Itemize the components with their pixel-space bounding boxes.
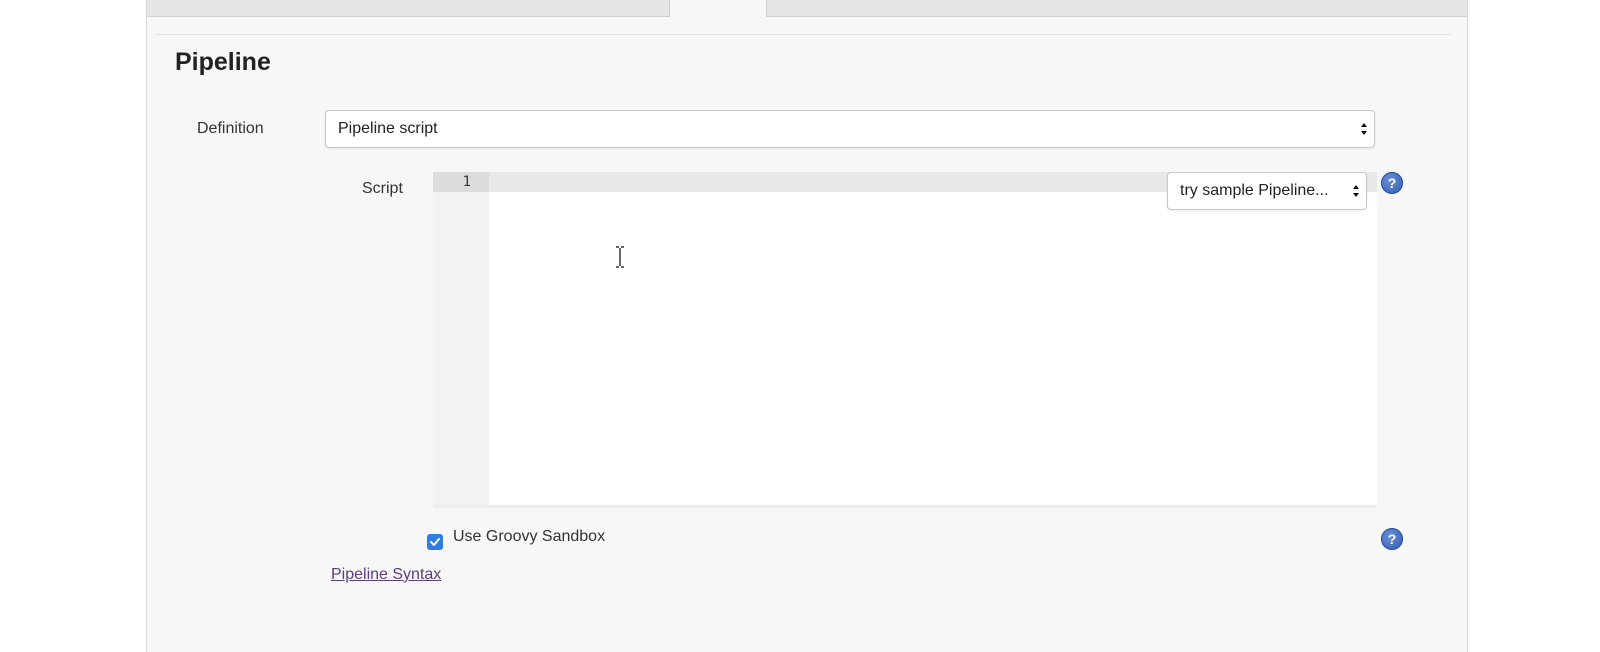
select-arrows-icon xyxy=(1360,121,1368,137)
config-tab-bar xyxy=(147,0,1467,17)
definition-select-value: Pipeline script xyxy=(338,120,438,137)
tab-advanced-project-options[interactable] xyxy=(417,0,667,16)
try-sample-pipeline-value: try sample Pipeline... xyxy=(1180,182,1329,199)
script-editor[interactable]: 1 xyxy=(433,172,1377,508)
use-groovy-sandbox-checkbox[interactable] xyxy=(427,534,443,550)
try-sample-pipeline-select[interactable]: try sample Pipeline... xyxy=(1167,172,1367,210)
tab-general[interactable] xyxy=(167,0,277,16)
select-arrows-icon xyxy=(1352,183,1360,199)
script-label: Script xyxy=(362,180,403,197)
pipeline-config-panel: Pipeline Definition Pipeline script Scri… xyxy=(146,0,1468,652)
text-cursor-icon xyxy=(615,246,625,268)
definition-select[interactable]: Pipeline script xyxy=(325,110,1375,148)
sandbox-help-icon[interactable]: ? xyxy=(1381,528,1403,550)
line-number: 1 xyxy=(462,174,471,190)
editor-text-area[interactable] xyxy=(489,192,1377,505)
tab-pipeline[interactable] xyxy=(669,0,767,17)
editor-gutter xyxy=(433,172,489,505)
tab-build-triggers[interactable] xyxy=(282,0,412,16)
section-divider xyxy=(155,34,1451,35)
page-title: Pipeline xyxy=(175,48,271,76)
script-help-icon[interactable]: ? xyxy=(1381,172,1403,194)
definition-label: Definition xyxy=(197,120,264,137)
pipeline-syntax-link[interactable]: Pipeline Syntax xyxy=(331,566,441,584)
use-groovy-sandbox-label[interactable]: Use Groovy Sandbox xyxy=(453,528,605,546)
